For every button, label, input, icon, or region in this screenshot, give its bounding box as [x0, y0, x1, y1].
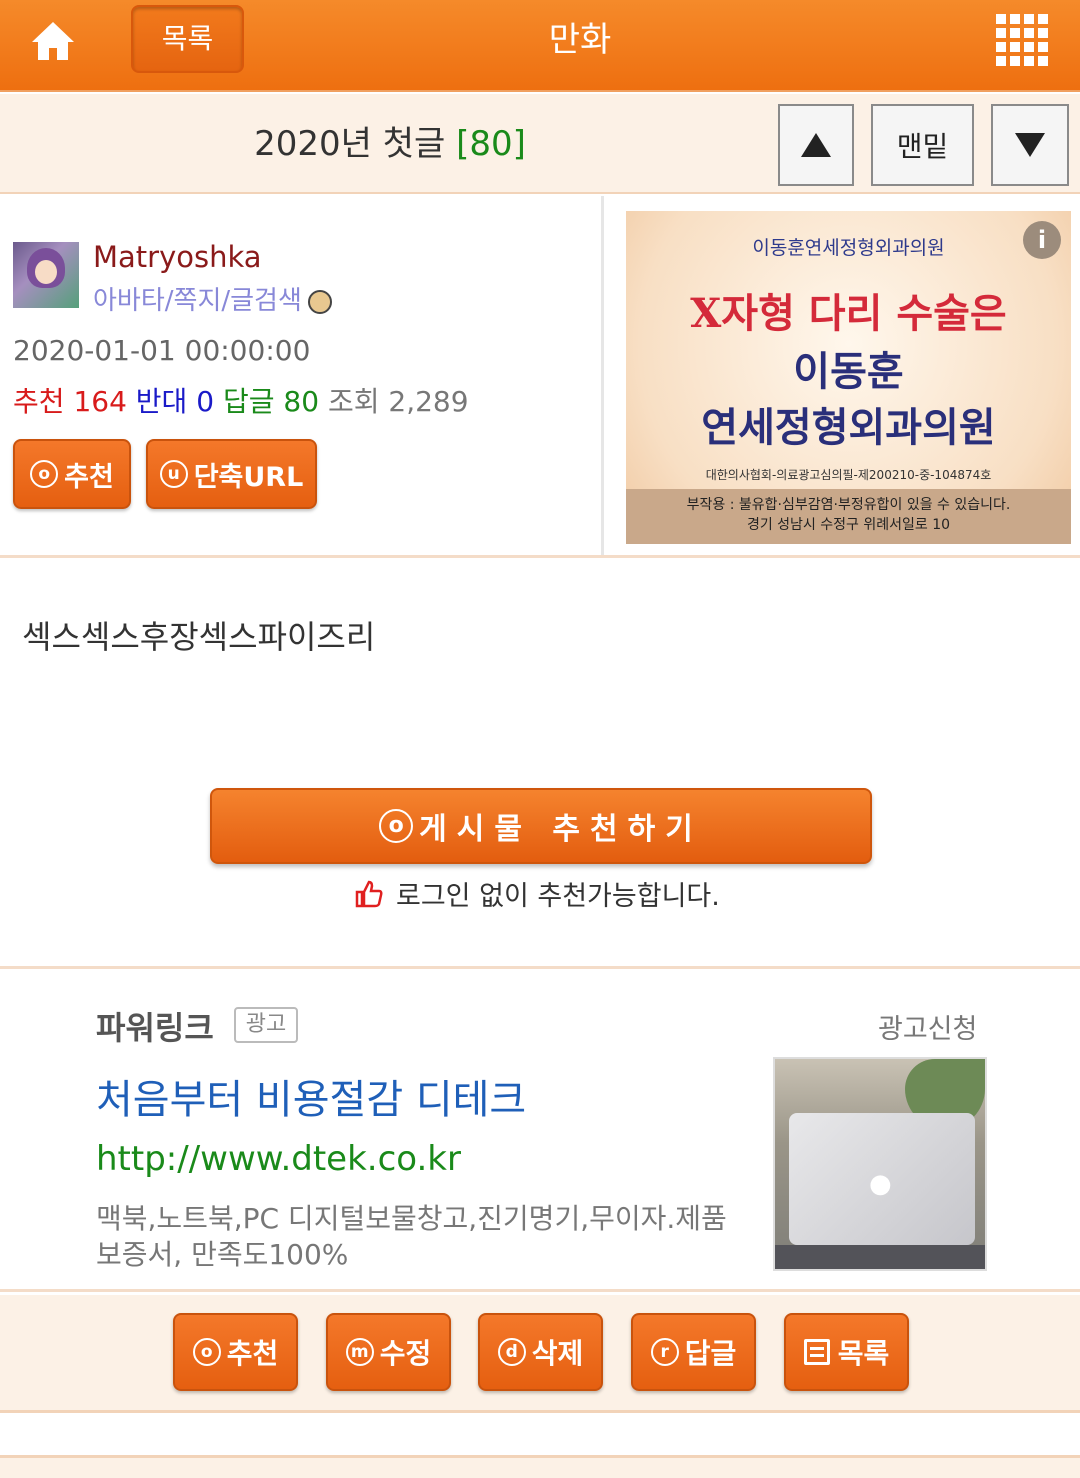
reply-button[interactable]: r 답글 [631, 1313, 756, 1391]
powerlink-ad: 파워링크 광고 광고신청 처음부터 비용절감 디테크 http://www.dt… [0, 966, 1080, 1292]
author-info: Matryoshka 아바타/쪽지/글검색 2020-01-01 00:00:0… [0, 196, 604, 555]
ad-headline-3: 연세정형외과의원 [701, 404, 996, 451]
ad-side-effect: 부작용 : 불유합·심부감염·부정유합이 있을 수 있습니다. [686, 497, 1011, 513]
home-icon[interactable] [28, 16, 78, 66]
login-note: 로그인 없이 추천가능합니다. [354, 874, 720, 913]
post-recommend-label: 게시물 추천하기 [419, 812, 703, 847]
powerlink-label: 파워링크 [96, 1009, 214, 1047]
ad-description: 맥북,노트북,PC 디지털보물창고,진기명기,무이자.제품보증서, 만족도100… [96, 1202, 727, 1271]
ad-footer: 부작용 : 불유합·심부감염·부정유합이 있을 수 있습니다. 경기 성남시 수… [626, 489, 1071, 544]
edit-icon: m [345, 1338, 374, 1366]
arrow-up-icon [801, 133, 831, 157]
recommend-icon: o [192, 1338, 221, 1366]
post-date: 2020-01-01 00:00:00 [13, 334, 311, 367]
reply-label: 답글 [222, 385, 275, 418]
post-title-text: 2020년 첫글 [254, 124, 457, 164]
short-url-button[interactable]: u 단축URL [146, 439, 317, 509]
list-button[interactable]: 목록 [131, 5, 244, 73]
oppose-count: 0 [196, 385, 215, 418]
recommend-icon: o [30, 460, 59, 488]
apple-logo-icon: ● [869, 1169, 892, 1199]
ad-clinic-name: 이동훈연세정형외과의원 [752, 237, 945, 259]
bottom-action-bar: o 추천 m 수정 d 삭제 r 답글 목록 [0, 1295, 1080, 1413]
delete-label: 삭제 [531, 1337, 584, 1370]
recommend-circle-icon: o [379, 809, 414, 843]
recommend-label: 추천 [13, 385, 65, 418]
post-title: 2020년 첫글 [80] [190, 94, 590, 194]
list-icon [803, 1339, 830, 1365]
delete-button[interactable]: d 삭제 [478, 1313, 603, 1391]
ad-tag: 광고 [234, 1007, 298, 1043]
arrow-down-icon [1015, 133, 1045, 157]
scroll-up-button[interactable] [778, 104, 854, 186]
ad-title-link[interactable]: 처음부터 비용절감 디테크 [96, 1067, 526, 1125]
grid-menu-icon[interactable] [996, 14, 1048, 66]
ad-address: 경기 성남시 수정구 위례서일로 10 [746, 517, 951, 533]
post-stats: 추천 164 반대 0 답글 80 조회 2,289 [13, 380, 469, 420]
scroll-down-button[interactable] [991, 104, 1069, 186]
bottom-recommend-label: 추천 [226, 1337, 279, 1370]
author-name[interactable]: Matryoshka [93, 240, 262, 274]
author-section: Matryoshka 아바타/쪽지/글검색 2020-01-01 00:00:0… [0, 196, 1080, 558]
ad-banner[interactable]: i 이동훈연세정형외과의원 X자형 다리 수술은 이동훈 연세정형외과의원 대한… [626, 211, 1071, 544]
author-links[interactable]: 아바타/쪽지/글검색 [93, 280, 332, 317]
post-title-bar: 2020년 첫글 [80] 맨밑 [0, 94, 1080, 194]
bottom-list-button[interactable]: 목록 [784, 1313, 909, 1391]
scroll-bottom-button[interactable]: 맨밑 [871, 104, 974, 186]
reply-count: [80] [456, 124, 526, 164]
post-recommend-button[interactable]: o 게시물 추천하기 [210, 788, 872, 864]
ad-apply-link[interactable]: 광고신청 [878, 1007, 977, 1046]
thumbs-up-icon [355, 880, 383, 907]
level-badge-icon [307, 289, 332, 314]
ad-thumbnail[interactable]: ● [773, 1057, 987, 1271]
reply-total: 80 [283, 385, 320, 418]
short-url-icon: u [159, 460, 188, 488]
ad-headline-2: 이동훈 [793, 348, 904, 395]
edit-button[interactable]: m 수정 [326, 1313, 451, 1391]
ad-url-link[interactable]: http://www.dtek.co.kr [96, 1139, 461, 1179]
bottom-list-label: 목록 [837, 1337, 890, 1370]
bottom-strip [0, 1455, 1080, 1478]
recommend-button-label: 추천 [64, 461, 114, 493]
oppose-label: 반대 [135, 385, 188, 418]
author-links-text[interactable]: 아바타/쪽지/글검색 [93, 286, 302, 316]
reply-label: 답글 [684, 1337, 737, 1370]
bottom-recommend-button[interactable]: o 추천 [173, 1313, 298, 1391]
login-note-text: 로그인 없이 추천가능합니다. [396, 881, 720, 912]
short-url-button-label: 단축URL [193, 461, 304, 493]
ad-headline-1: X자형 다리 수술은 [690, 290, 1007, 337]
recommend-count: 164 [73, 385, 127, 418]
recommend-button[interactable]: o 추천 [13, 439, 131, 509]
top-header: 목록 만화 [0, 0, 1080, 92]
view-label: 조회 [327, 385, 380, 418]
avatar[interactable] [13, 242, 79, 308]
view-count: 2,289 [388, 385, 469, 418]
ad-registration: 대한의사협회-의료광고심의필-제200210-중-104874호 [705, 468, 992, 482]
post-body: 섹스섹스후장섹스파이즈리 [22, 618, 376, 656]
edit-label: 수정 [379, 1337, 432, 1370]
reply-icon: r [650, 1338, 679, 1366]
delete-icon: d [497, 1338, 526, 1366]
board-title: 만화 [548, 20, 612, 60]
